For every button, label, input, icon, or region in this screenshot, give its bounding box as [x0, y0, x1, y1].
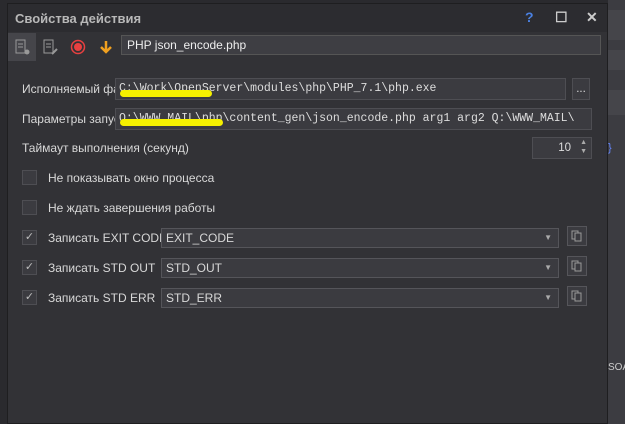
- document-edit-icon: [43, 39, 58, 55]
- document-settings-icon: [15, 39, 30, 55]
- redaction-mark: [120, 119, 223, 126]
- background-text: SOA: [608, 362, 625, 373]
- action-properties-dialog: Свойства действия ? ☐ ✕ PHP json_encode.…: [7, 3, 608, 424]
- timeout-spinbox[interactable]: 10 ▲ ▼: [532, 137, 592, 159]
- exit-code-label: Записать EXIT CODE: [48, 231, 168, 245]
- browse-button[interactable]: ...: [572, 78, 590, 100]
- arrow-down-icon: [100, 41, 112, 54]
- std-err-copy-button[interactable]: [567, 286, 587, 306]
- exit-code-checkbox[interactable]: ✓: [22, 230, 37, 245]
- maximize-button[interactable]: ☐: [555, 9, 568, 26]
- move-down-button[interactable]: [92, 33, 120, 61]
- std-err-select[interactable]: STD_ERR ▼: [161, 288, 559, 308]
- exit-code-value: EXIT_CODE: [166, 231, 235, 245]
- background-window: } SOA: [608, 0, 625, 424]
- help-button[interactable]: ?: [525, 9, 534, 25]
- close-button[interactable]: ✕: [586, 9, 598, 26]
- properties-tab-button[interactable]: [8, 33, 36, 61]
- no-wait-label: Не ждать завершения работы: [48, 201, 216, 215]
- hide-window-checkbox[interactable]: [22, 170, 37, 185]
- copy-icon: [571, 230, 582, 242]
- toolbar: PHP json_encode.php: [8, 32, 607, 62]
- std-err-checkbox[interactable]: ✓: [22, 290, 37, 305]
- edit-button[interactable]: [36, 33, 64, 61]
- record-icon: [70, 39, 86, 55]
- redaction-mark: [120, 90, 212, 97]
- std-out-label: Записать STD OUT: [48, 261, 156, 275]
- exit-code-copy-button[interactable]: [567, 226, 587, 246]
- title-bar: Свойства действия ? ☐ ✕: [8, 4, 607, 32]
- background-brace: }: [608, 142, 612, 154]
- std-out-checkbox[interactable]: ✓: [22, 260, 37, 275]
- copy-icon: [571, 260, 582, 272]
- std-err-label: Записать STD ERR: [48, 291, 156, 305]
- dialog-title: Свойства действия: [15, 10, 142, 26]
- spin-arrows-icon[interactable]: ▲ ▼: [580, 138, 587, 156]
- std-out-select[interactable]: STD_OUT ▼: [161, 258, 559, 278]
- action-name-input[interactable]: PHP json_encode.php: [121, 35, 601, 55]
- hide-window-label: Не показывать окно процесса: [48, 171, 215, 185]
- copy-icon: [571, 290, 582, 302]
- exit-code-select[interactable]: EXIT_CODE ▼: [161, 228, 559, 248]
- std-out-copy-button[interactable]: [567, 256, 587, 276]
- chevron-down-icon: ▼: [544, 293, 552, 302]
- std-out-value: STD_OUT: [166, 261, 223, 275]
- timeout-label: Таймаут выполнения (секунд): [22, 141, 189, 155]
- chevron-down-icon: ▼: [544, 233, 552, 242]
- std-err-value: STD_ERR: [166, 291, 223, 305]
- timeout-value: 10: [558, 142, 571, 154]
- chevron-down-icon: ▼: [544, 263, 552, 272]
- record-button[interactable]: [64, 33, 92, 61]
- no-wait-checkbox[interactable]: [22, 200, 37, 215]
